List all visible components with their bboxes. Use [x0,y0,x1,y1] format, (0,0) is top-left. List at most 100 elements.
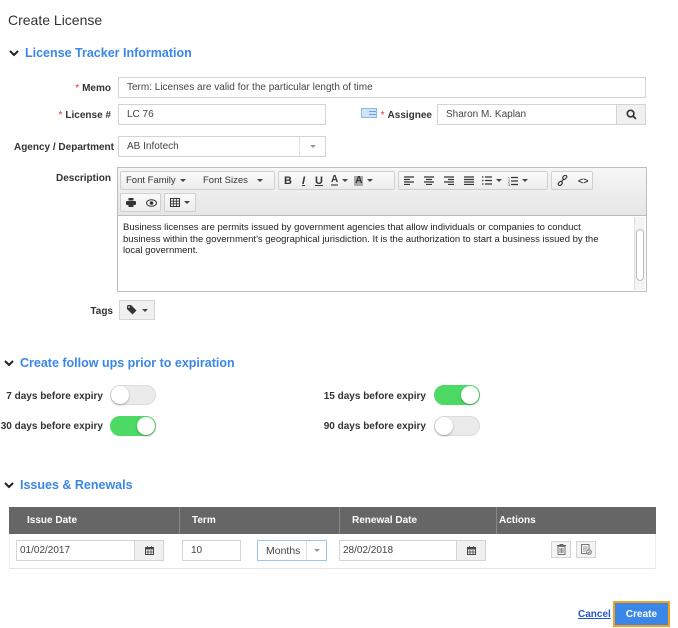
description-label: Description [55,173,111,184]
agency-label: Agency / Department [13,142,114,153]
view-group [120,193,161,212]
insert-table-button[interactable] [165,194,195,211]
justify-button[interactable] [459,172,479,189]
paragraph-group: 123 [398,171,548,190]
calendar-icon [466,546,476,555]
tag-icon [126,305,136,315]
table-header: Issue Date Term Renewal Date Actions [9,507,656,534]
numbered-list-button[interactable]: 123 [505,172,531,189]
toggle-30-days[interactable] [110,416,156,436]
eye-icon [146,198,157,207]
trash-icon [556,544,566,555]
description-text-area[interactable]: Business licenses are permits issued by … [118,216,646,291]
font-sizes-dropdown[interactable]: Font Sizes [198,172,268,189]
code-icon: <> [578,175,589,186]
section-header-followups[interactable]: Create follow ups prior to expiration [4,356,235,370]
print-button[interactable] [121,194,141,211]
align-center-button[interactable] [419,172,439,189]
align-left-button[interactable] [399,172,419,189]
toggle-7-days[interactable] [110,385,156,405]
column-header-term: Term [180,507,340,534]
svg-text:3: 3 [508,183,510,186]
font-family-dropdown[interactable]: Font Family [121,172,198,189]
align-left-icon [404,176,414,185]
link-button[interactable] [552,172,573,189]
assignee-search-button[interactable] [616,104,646,125]
caret-icon [522,179,528,182]
section-title: Issues & Renewals [20,478,133,492]
renew-row-button[interactable] [576,541,596,558]
column-header-issue-date: Issue Date [9,507,180,534]
create-button[interactable]: Create [613,601,670,627]
tags-label: Tags [90,306,113,317]
font-color-button[interactable]: A [328,172,351,189]
numbered-list-icon: 123 [508,176,518,186]
caret-icon [342,179,349,182]
justify-icon [464,176,474,185]
toggle-knob [111,386,129,404]
align-center-icon [424,176,434,185]
bullet-list-icon [482,176,492,185]
caret-icon [367,179,374,182]
underline-button[interactable]: U [310,172,328,189]
description-editor[interactable]: Font Family Font Sizes B I U A A 123 <> [117,167,647,292]
format-group: B I U A A [278,171,395,190]
dropdown-arrow-icon [306,541,326,560]
italic-button[interactable]: I [297,172,310,189]
issue-date-input[interactable]: 01/02/2017 [16,540,135,561]
align-right-button[interactable] [439,172,459,189]
license-number-input[interactable]: LC 76 [118,104,326,125]
toggle-label-30-days: 30 days before expiry [0,421,103,432]
assignee-label: * Assignee [380,110,432,121]
scrollbar-thumb[interactable] [636,229,644,281]
toggle-label-15-days: 15 days before expiry [323,391,426,402]
print-icon [126,198,136,207]
toggle-15-days[interactable] [434,385,480,405]
bullet-list-button[interactable] [479,172,505,189]
delete-row-button[interactable] [551,541,571,558]
page-title: Create License [8,12,103,28]
memo-input[interactable]: Term: Licenses are valid for the particu… [118,77,646,98]
toggle-label-90-days: 90 days before expiry [323,421,426,432]
toggle-knob [461,386,479,404]
section-header-license-info[interactable]: License Tracker Information [9,46,192,60]
section-title: Create follow ups prior to expiration [20,356,235,370]
cancel-link[interactable]: Cancel [578,609,611,620]
table-group [164,193,196,212]
chevron-down-icon [4,360,14,367]
chevron-down-icon [9,50,19,57]
caret-icon [256,179,263,182]
license-number-label: * License # [58,110,112,121]
memo-label: * Memo [75,83,111,94]
renew-document-icon [580,544,592,555]
dropdown-arrow-icon [299,137,325,156]
toggle-90-days[interactable] [434,416,480,436]
toggle-knob [435,417,453,435]
agency-select[interactable]: AB Infotech [118,136,326,157]
editor-scrollbar[interactable] [634,217,645,290]
section-header-renewals[interactable]: Issues & Renewals [4,478,133,492]
chevron-down-icon [4,482,14,489]
column-header-actions: Actions [499,515,536,526]
renewals-table: Issue Date Term Renewal Date Actions 01/… [9,507,656,569]
tags-dropdown-button[interactable] [119,300,155,320]
background-color-button[interactable]: A [351,172,376,189]
term-input[interactable]: 10 [182,540,241,561]
bold-button[interactable]: B [279,172,297,189]
insert-group: <> [551,171,593,190]
contact-card-icon[interactable] [361,108,377,118]
toggle-label-7-days: 7 days before expiry [6,391,103,402]
editor-toolbar: Font Family Font Sizes B I U A A 123 <> [118,168,646,216]
term-unit-select[interactable]: Months [257,540,327,561]
issue-date-calendar-button[interactable] [134,540,164,561]
code-view-button[interactable]: <> [573,172,594,189]
preview-button[interactable] [141,194,162,211]
section-title: License Tracker Information [25,46,192,60]
renewal-date-calendar-button[interactable] [456,540,486,561]
caret-icon [179,179,186,182]
calendar-icon [144,546,154,555]
link-icon [557,175,568,186]
toggle-knob [137,417,155,435]
assignee-input[interactable]: Sharon M. Kaplan [437,104,617,125]
renewal-date-input[interactable]: 28/02/2018 [339,540,457,561]
